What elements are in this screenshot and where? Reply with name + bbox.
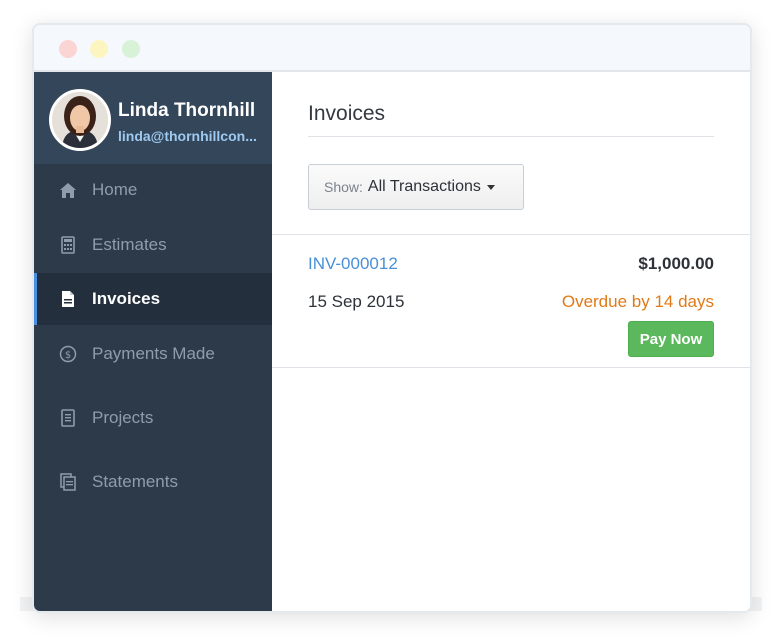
pay-now-button[interactable]: Pay Now xyxy=(628,321,714,357)
svg-text:$: $ xyxy=(65,350,71,361)
sidebar-item-statements[interactable]: Statements xyxy=(34,456,272,508)
document-icon xyxy=(58,289,78,309)
main-content: Invoices Show: All Transactions INV-0000… xyxy=(272,72,750,611)
avatar xyxy=(49,89,111,151)
statement-icon xyxy=(58,472,78,492)
sidebar-item-label: Invoices xyxy=(92,289,161,308)
invoice-date: 15 Sep 2015 xyxy=(308,292,405,311)
sidebar-item-label: Payments Made xyxy=(92,344,215,363)
clipboard-icon xyxy=(58,408,78,428)
close-window-button[interactable] xyxy=(59,40,77,58)
filter-value: All Transactions xyxy=(367,178,481,195)
sidebar-item-home[interactable]: Home xyxy=(34,164,272,216)
sidebar-item-projects[interactable]: Projects xyxy=(34,392,272,444)
sidebar-item-label: Home xyxy=(92,180,138,199)
title-divider xyxy=(308,136,714,137)
filter-prefix: Show: xyxy=(324,179,363,195)
maximize-window-button[interactable] xyxy=(122,40,140,58)
calculator-icon xyxy=(58,235,78,255)
sidebar-item-estimates[interactable]: Estimates xyxy=(34,219,272,271)
user-profile[interactable]: Linda Thornhill linda@thornhillcon... xyxy=(34,72,272,164)
user-email: linda@thornhillcon... xyxy=(118,128,257,144)
invoice-amount: $1,000.00 xyxy=(638,254,714,273)
page-title: Invoices xyxy=(308,102,386,125)
app-window: Linda Thornhill linda@thornhillcon... Ho… xyxy=(32,23,752,613)
row-divider xyxy=(272,367,750,368)
home-icon xyxy=(58,180,78,200)
sidebar-item-label: Projects xyxy=(92,408,154,427)
sidebar-item-invoices[interactable]: Invoices xyxy=(34,273,272,325)
minimize-window-button[interactable] xyxy=(90,40,108,58)
dollar-circle-icon: $ xyxy=(58,344,78,364)
row-divider xyxy=(272,234,750,235)
sidebar-item-payments-made[interactable]: $ Payments Made xyxy=(34,328,272,380)
chevron-down-icon xyxy=(486,184,495,190)
user-name: Linda Thornhill xyxy=(118,100,256,121)
transaction-filter-dropdown[interactable]: Show: All Transactions xyxy=(308,164,524,210)
invoice-number-link[interactable]: INV-000012 xyxy=(308,254,398,274)
invoice-status: Overdue by 14 days xyxy=(561,292,714,311)
window-titlebar xyxy=(34,25,750,72)
sidebar-item-label: Statements xyxy=(92,472,178,491)
sidebar: Linda Thornhill linda@thornhillcon... Ho… xyxy=(34,72,272,611)
sidebar-item-label: Estimates xyxy=(92,235,167,254)
